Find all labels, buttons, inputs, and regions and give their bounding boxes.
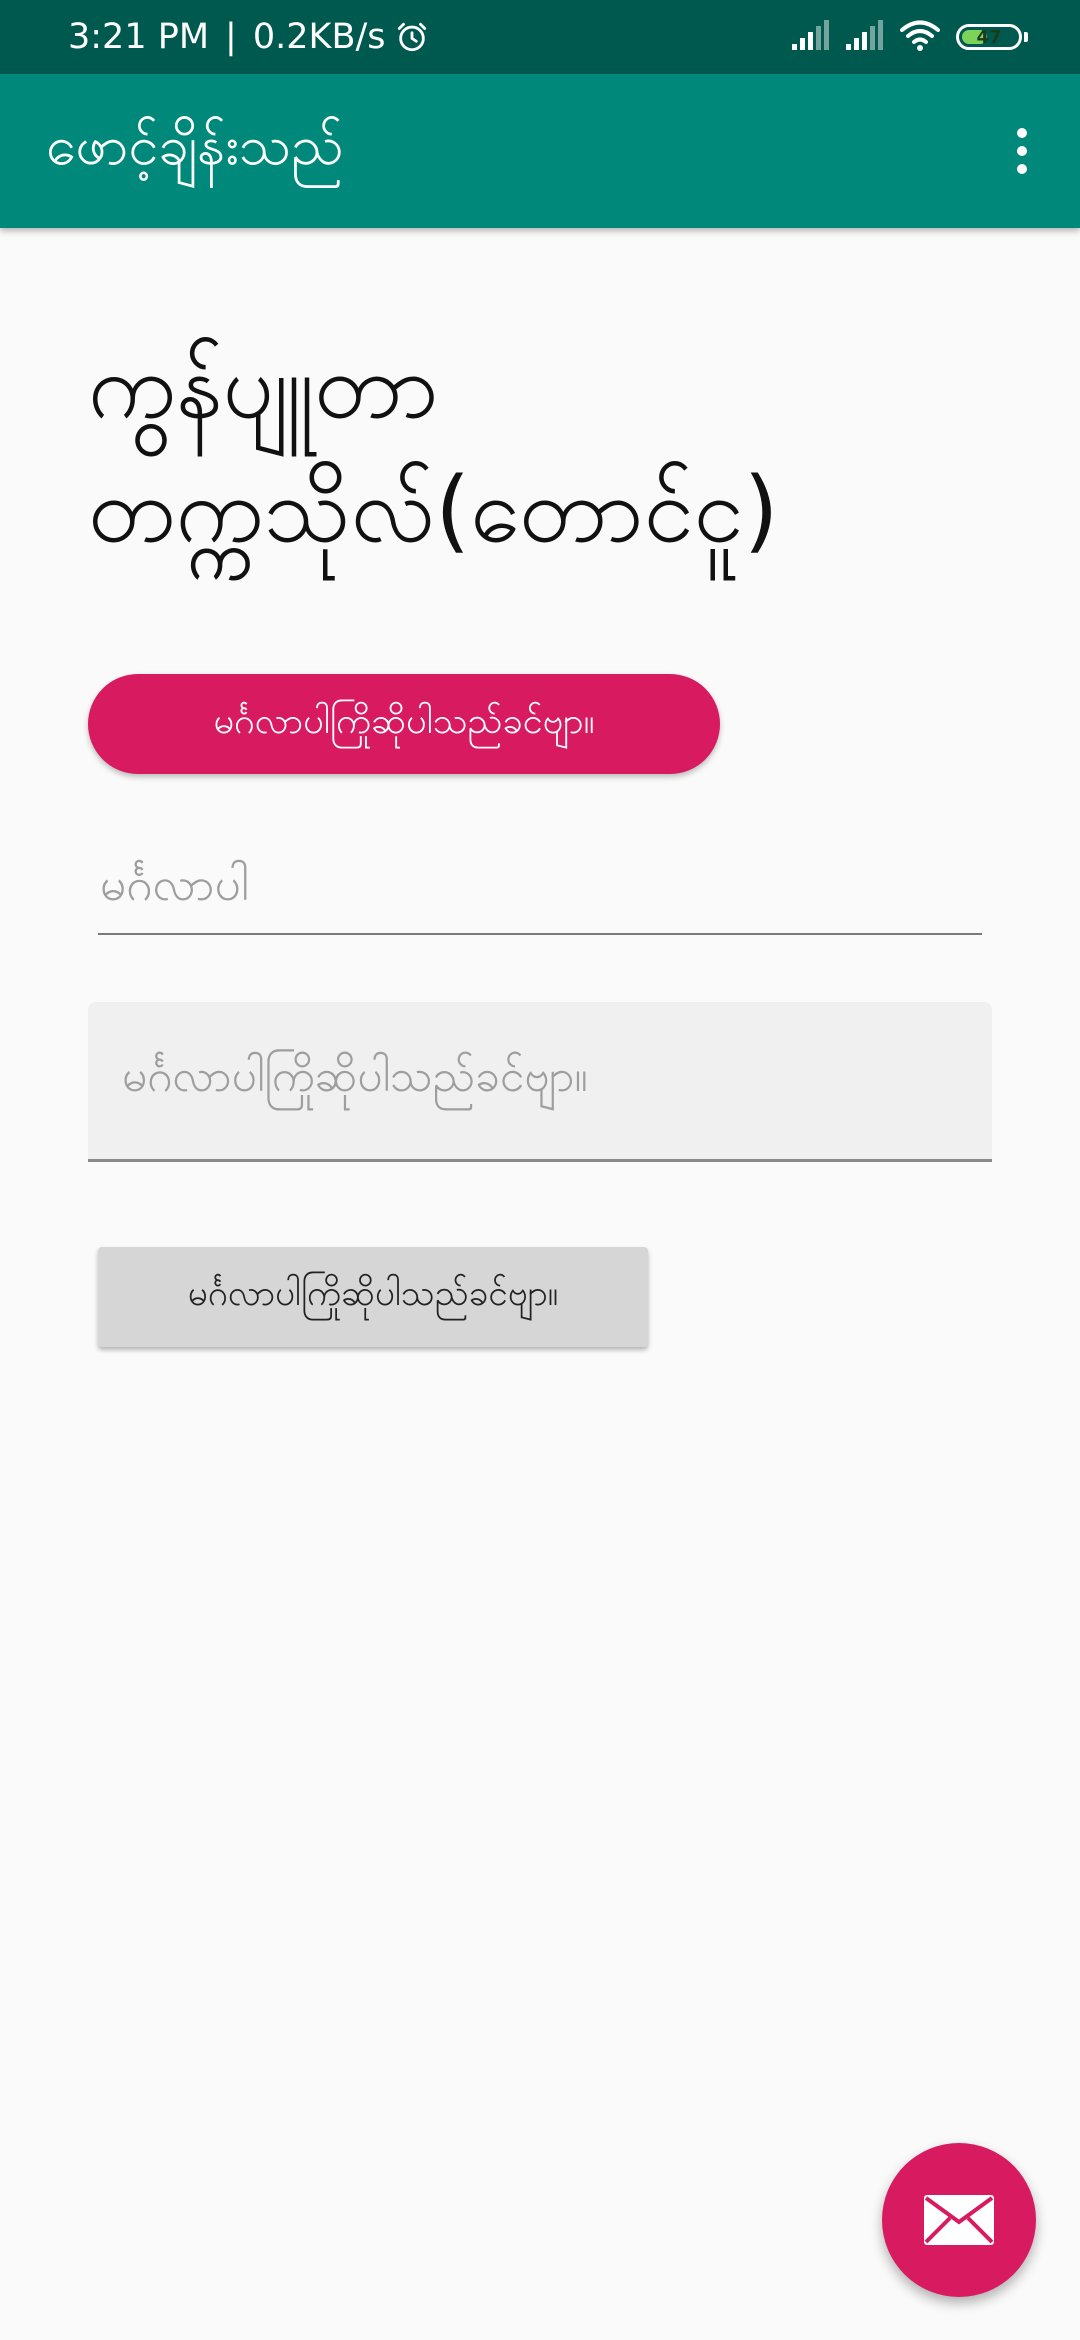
battery-icon: 47: [956, 24, 1028, 50]
greeting-text-input[interactable]: မင်္ဂလာပါ: [98, 845, 982, 935]
greeting-pill-button[interactable]: မင်္ဂလာပါကြိုဆိုပါသည်ခင်ဗျာ။: [88, 674, 720, 774]
app-title: ဖောင့်ချိန်းသည်: [46, 113, 344, 177]
wifi-icon: [900, 19, 940, 55]
status-left: 3:21 PM | 0.2KB/s: [68, 0, 429, 74]
greeting-filled-input[interactable]: မင်္ဂလာပါကြိုဆိုပါသည်ခင်ဗျာ။: [88, 1002, 992, 1162]
signal-icon: [792, 20, 830, 54]
app-bar: ဖောင့်ချိန်းသည်: [0, 74, 1080, 228]
greeting-button[interactable]: မင်္ဂလာပါကြိုဆိုပါသည်ခင်ဗျာ။: [98, 1247, 648, 1347]
network-speed: 0.2KB/s: [252, 17, 386, 57]
status-right: 47: [792, 0, 1028, 74]
battery-level: 47: [976, 26, 1002, 48]
more-vert-icon[interactable]: [982, 111, 1062, 191]
status-bar: 3:21 PM | 0.2KB/s 47: [0, 0, 1080, 74]
mail-icon: [923, 2194, 995, 2246]
menu-dot: [1017, 128, 1027, 138]
battery-tip: [1024, 32, 1028, 42]
menu-dot: [1017, 146, 1027, 156]
alarm-icon: [395, 20, 429, 54]
battery-body: 47: [956, 24, 1022, 50]
status-time: 3:21 PM: [68, 17, 210, 57]
signal-icon: [846, 20, 884, 54]
mail-fab-button[interactable]: [882, 2143, 1036, 2297]
menu-dot: [1017, 164, 1027, 174]
status-separator: |: [225, 17, 237, 57]
page-title: ကွန်ပျူတာတက္ကသိုလ်(တောင်ငူ): [88, 334, 779, 563]
